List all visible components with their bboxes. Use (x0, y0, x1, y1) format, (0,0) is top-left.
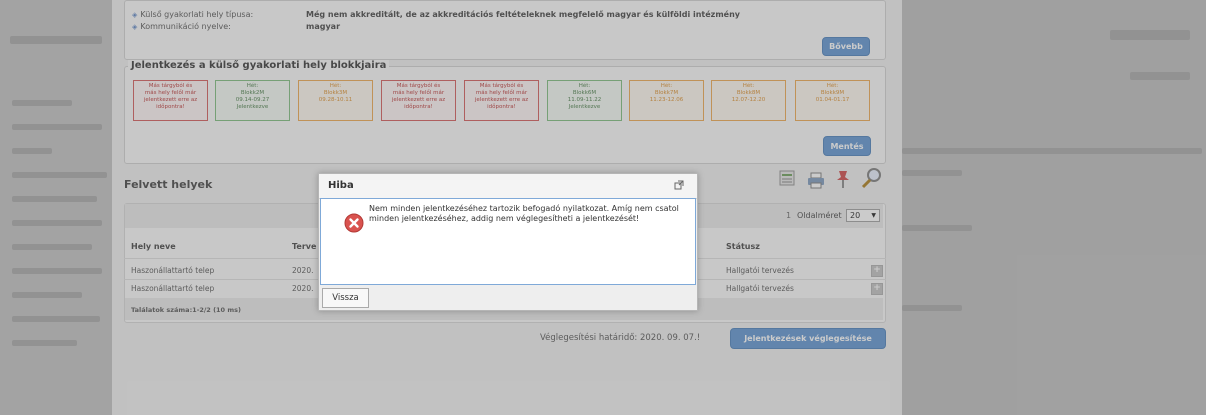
error-dialog: Hiba Nem minden jelentkezéséhez tartozik… (318, 173, 698, 311)
dialog-title: Hiba (328, 180, 354, 191)
dialog-titlebar[interactable]: Hiba (319, 174, 697, 199)
popout-icon[interactable] (674, 180, 684, 190)
error-icon (344, 213, 364, 233)
back-button[interactable]: Vissza (322, 288, 369, 308)
dialog-message: Nem minden jelentkezéséhez tartozik befo… (369, 204, 679, 223)
dialog-body: Nem minden jelentkezéséhez tartozik befo… (320, 198, 696, 285)
